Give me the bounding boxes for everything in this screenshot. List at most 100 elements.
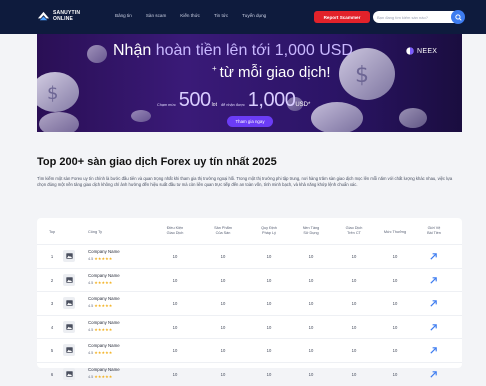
rating-score: 4.5 — [88, 257, 94, 261]
report-scammer-button[interactable]: Report Scammer — [314, 11, 370, 23]
external-link-icon[interactable] — [429, 323, 438, 332]
row-rank: 3 — [50, 301, 54, 306]
table-row[interactable]: 1 Company Name 4.5★★★★★ 10 10 10 10 10 10 — [37, 244, 462, 268]
banner-headline-a: Nhận — [113, 42, 152, 59]
rating-score: 4.5 — [88, 304, 94, 308]
banner-plus: + — [212, 64, 217, 73]
banner-pre-lot: Chạm mức — [157, 103, 176, 107]
score-cell: 10 — [266, 301, 272, 306]
company-rating: 4.5★★★★★ — [88, 303, 112, 308]
site-logo[interactable]: SANUYTIN ONLINE — [37, 10, 80, 23]
external-link-icon[interactable] — [429, 276, 438, 285]
score-cell: 10 — [220, 301, 226, 306]
company-rating: 4.5★★★★★ — [88, 374, 112, 379]
nav-item-san-scam[interactable]: Sàn scam — [146, 13, 166, 18]
company-name[interactable]: Company Name — [88, 367, 120, 372]
score-cell: 10 — [308, 254, 314, 259]
score-cell: 10 — [308, 371, 314, 377]
banner-subheadline: + từ mỗi giao dịch! — [212, 64, 331, 81]
table-row[interactable]: 5 Company Name 4.5★★★★★ 10 10 10 10 10 10 — [37, 338, 462, 362]
company-name[interactable]: Company Name — [88, 249, 120, 254]
banner-subheadline-text: từ mỗi giao dịch! — [219, 64, 331, 81]
external-link-icon[interactable] — [429, 346, 438, 355]
table-row[interactable]: 6 Company Name 4.5★★★★★ 10 10 10 10 10 10 — [37, 361, 462, 386]
external-link-icon[interactable] — [429, 299, 438, 308]
score-cell: 10 — [308, 301, 314, 306]
rating-score: 4.5 — [88, 374, 94, 379]
score-cell: 10 — [266, 254, 272, 259]
nav-item-kien-thuc[interactable]: Kiến thức — [180, 13, 200, 18]
nav-item-tuyen-dung[interactable]: Tuyển dụng — [242, 13, 266, 18]
company-name[interactable]: Company Name — [88, 343, 120, 348]
rating-stars: ★★★★★ — [94, 280, 113, 285]
search-input[interactable] — [377, 14, 447, 20]
banner-headline-b: hoàn tiền lên tới 1,000 USD — [155, 42, 353, 59]
company-name[interactable]: Company Name — [88, 296, 120, 301]
page-title: Top 200+ sàn giao dịch Forex uy tín nhất… — [37, 156, 277, 168]
search-button[interactable] — [451, 10, 465, 24]
table-row[interactable]: 3 Company Name 4.5★★★★★ 10 10 10 10 10 10 — [37, 291, 462, 315]
th-trading-conditions-b: Giao Dịch — [166, 230, 184, 235]
table-row[interactable]: 2 Company Name 4.5★★★★★ 10 10 10 10 10 10 — [37, 267, 462, 292]
company-name[interactable]: Company Name — [88, 320, 120, 325]
score-cell: 10 — [308, 348, 314, 353]
score-cell: 10 — [351, 371, 357, 377]
banner-offer: Chạm mức 500 lot để nhận được 1,000 USD … — [157, 89, 310, 112]
score-cell: 10 — [220, 348, 226, 353]
score-cell: 10 — [266, 277, 272, 283]
join-now-button[interactable]: Tham gia ngay — [227, 116, 273, 127]
external-link-icon[interactable] — [429, 252, 438, 261]
score-cell: 10 — [392, 371, 398, 377]
row-rank: 5 — [50, 348, 54, 353]
image-placeholder-icon — [65, 276, 73, 283]
score-cell: 10 — [351, 301, 357, 306]
rating-stars: ★★★★★ — [94, 374, 113, 379]
table-header: Top Công Ty Điều Kiện Giao Dịch Sản Phẩm… — [37, 226, 462, 240]
score-cell: 10 — [172, 324, 178, 330]
row-rank: 6 — [50, 371, 54, 377]
company-name[interactable]: Company Name — [88, 273, 120, 278]
nav-item-bang-tin[interactable]: Bảng tin — [115, 13, 132, 18]
score-cell: 10 — [266, 371, 272, 377]
table-row[interactable]: 4 Company Name 4.5★★★★★ 10 10 10 10 10 10 — [37, 314, 462, 339]
score-cell: 10 — [351, 324, 357, 330]
score-cell: 10 — [392, 301, 398, 306]
score-cell: 10 — [220, 277, 226, 283]
banner-usd-sup: * — [308, 102, 311, 108]
th-company: Công Ty — [88, 230, 103, 234]
search-box — [373, 10, 465, 24]
banner-headline: Nhận hoàn tiền lên tới 1,000 USD — [113, 42, 353, 60]
neex-brand-text: NEEX — [417, 47, 438, 55]
th-trading-conditions: Điều Kiện Giao Dịch — [160, 226, 190, 235]
th-link: Giới Vệ Bài Tiền — [421, 226, 447, 235]
score-cell: 10 — [351, 254, 357, 259]
th-platform-b: Sử Dụng — [303, 230, 319, 235]
rating-score: 4.5 — [88, 280, 94, 285]
score-cell: 10 — [220, 254, 226, 259]
neex-brand: NEEX — [406, 47, 437, 55]
neex-logo-icon — [406, 47, 414, 55]
row-rank: 1 — [50, 254, 54, 259]
score-cell: 10 — [351, 277, 357, 283]
rating-stars: ★★★★★ — [94, 304, 113, 308]
row-rank: 4 — [50, 324, 54, 330]
row-rank: 2 — [50, 277, 54, 283]
search-icon — [454, 13, 462, 21]
page-intro: Tìm kiếm một sàn Forex uy tín chính là b… — [37, 176, 453, 188]
score-cell: 10 — [392, 348, 398, 353]
score-cell: 10 — [266, 348, 272, 353]
rating-score: 4.5 — [88, 351, 94, 355]
top-header: SANUYTIN ONLINE Bảng tin Sàn scam Kiến t… — [0, 0, 486, 34]
company-rating: 4.5★★★★★ — [88, 327, 112, 332]
image-placeholder-icon — [65, 370, 73, 377]
th-regulation-b: Pháp Lý — [262, 230, 276, 235]
score-cell: 10 — [392, 324, 398, 330]
promo-banner[interactable]: $ $ Nhận hoàn tiền lên tới 1,000 USD + từ… — [37, 34, 462, 132]
external-link-icon[interactable] — [429, 370, 438, 379]
th-trading-on: Giao Dịch Trên CT — [339, 226, 369, 235]
company-logo — [63, 344, 75, 356]
nav-item-tin-tuc[interactable]: Tin tức — [214, 13, 228, 18]
company-rating: 4.5★★★★★ — [88, 280, 112, 285]
image-placeholder-icon — [65, 253, 73, 259]
banner-lot-value: 500 — [178, 89, 211, 111]
